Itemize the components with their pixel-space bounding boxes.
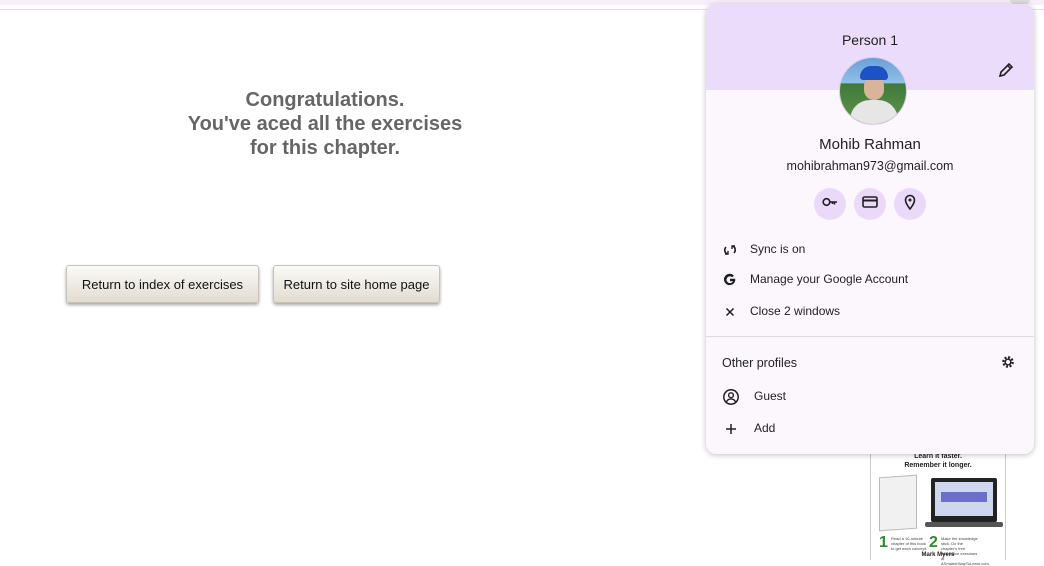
key-icon bbox=[821, 193, 839, 216]
return-to-index-button[interactable]: Return to index of exercises bbox=[66, 265, 259, 303]
laptop-base bbox=[925, 522, 1003, 527]
guest-avatar-icon bbox=[722, 388, 740, 406]
profile-popup: Person 1 Mohib Rahman mohibrahman973@gma… bbox=[706, 4, 1034, 454]
guest-profile-row[interactable]: Guest bbox=[706, 382, 1034, 412]
plus-icon bbox=[722, 420, 740, 438]
congrats-line-3: for this chapter. bbox=[249, 137, 401, 159]
close-icon bbox=[722, 304, 738, 320]
book-page-image bbox=[879, 474, 917, 532]
manage-account-label: Manage your Google Account bbox=[750, 272, 909, 286]
step-1-number: 1 bbox=[879, 534, 888, 551]
book-advertisement[interactable]: Learn it faster. Remember it longer. 1 R… bbox=[870, 452, 1006, 566]
gear-icon[interactable] bbox=[1000, 354, 1016, 370]
congrats-line-1: Congratulations. bbox=[245, 89, 405, 111]
step-2-text: Make the knowledge stick. Do the chapter… bbox=[941, 536, 990, 566]
sync-label: Sync is on bbox=[750, 242, 806, 256]
other-profiles-title: Other profiles bbox=[722, 356, 798, 370]
congrats-line-2: You've aced all the exercises bbox=[187, 113, 463, 135]
book-ad-headline-2: Remember it longer. bbox=[904, 462, 972, 469]
user-name: Mohib Rahman bbox=[819, 136, 921, 153]
book-ad-headline: Learn it faster. Remember it longer. bbox=[871, 452, 1005, 470]
profile-name: Person 1 bbox=[841, 32, 899, 48]
guest-label: Guest bbox=[754, 389, 787, 403]
step-1-text: Read a 10-minute chapter of this book to… bbox=[891, 536, 928, 551]
return-to-home-button[interactable]: Return to site home page bbox=[273, 265, 440, 303]
add-label: Add bbox=[754, 421, 776, 435]
passwords-button[interactable] bbox=[814, 188, 846, 220]
google-g-icon bbox=[722, 272, 738, 288]
payment-methods-button[interactable] bbox=[854, 188, 886, 220]
edit-profile-icon[interactable] bbox=[996, 60, 1016, 80]
avatar bbox=[839, 57, 907, 125]
user-email: mohibrahman973@gmail.com bbox=[786, 159, 954, 173]
close-windows-row[interactable]: Close 2 windows bbox=[706, 297, 1034, 327]
location-pin-icon bbox=[901, 193, 919, 216]
credit-card-icon bbox=[861, 193, 879, 216]
close-windows-label: Close 2 windows bbox=[750, 304, 841, 318]
sync-icon bbox=[722, 242, 738, 258]
laptop-image bbox=[931, 478, 997, 522]
sync-status-row[interactable]: Sync is on bbox=[706, 235, 1034, 265]
book-author: Mark Myers bbox=[921, 552, 955, 558]
congratulations-message: Congratulations. You've aced all the exe… bbox=[150, 88, 500, 160]
addresses-button[interactable] bbox=[894, 188, 926, 220]
manage-google-account-row[interactable]: Manage your Google Account bbox=[706, 265, 1034, 295]
step-2-number: 2 bbox=[929, 534, 938, 551]
popup-divider bbox=[706, 336, 1034, 337]
add-profile-row[interactable]: Add bbox=[706, 414, 1034, 444]
